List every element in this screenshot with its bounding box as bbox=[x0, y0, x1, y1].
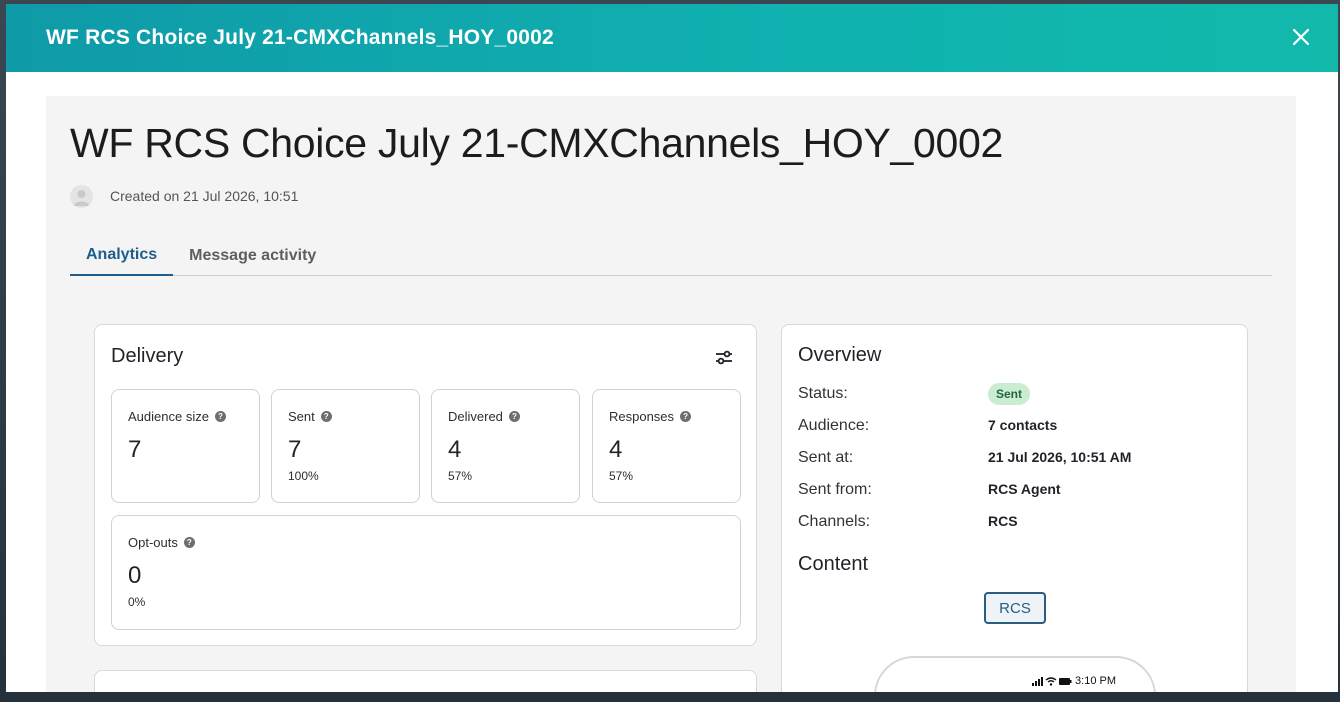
stat-value: 7 bbox=[128, 436, 142, 463]
overview-row-sent-at: Sent at: 21 Jul 2026, 10:51 AM bbox=[798, 447, 1238, 469]
stat-delivered: Delivered? 4 57% bbox=[431, 389, 580, 503]
stat-audience-size: Audience size? 7 bbox=[111, 389, 260, 503]
channels-label: Channels: bbox=[798, 513, 871, 530]
stat-value: 4 bbox=[609, 436, 623, 463]
tab-bar: Analytics Message activity bbox=[70, 236, 1272, 276]
stat-value: 0 bbox=[128, 562, 142, 589]
phone-preview: 3:10 PM bbox=[874, 656, 1156, 692]
overview-row-status: Status: Sent bbox=[798, 383, 1238, 405]
overview-row-sent-from: Sent from: RCS Agent bbox=[798, 479, 1238, 501]
stat-label-text: Delivered bbox=[448, 409, 503, 424]
overview-row-channels: Channels: RCS bbox=[798, 511, 1238, 533]
stat-percent: 100% bbox=[288, 469, 319, 483]
sent-from-label: Sent from: bbox=[798, 481, 872, 498]
secondary-card bbox=[94, 670, 757, 692]
stat-percent: 0% bbox=[128, 595, 146, 609]
status-label: Status: bbox=[798, 385, 848, 402]
user-avatar-icon bbox=[70, 184, 93, 208]
audience-label: Audience: bbox=[798, 417, 870, 434]
stat-label: Audience size? bbox=[128, 409, 226, 424]
stat-responses: Responses? 4 57% bbox=[592, 389, 741, 503]
delivery-card: Delivery Audience size? 7 Sent? 7 100% D… bbox=[94, 324, 757, 646]
channels-value: RCS bbox=[988, 513, 1018, 529]
phone-time: 3:10 PM bbox=[1075, 675, 1116, 687]
help-icon[interactable]: ? bbox=[320, 411, 332, 422]
stat-label: Delivered? bbox=[448, 409, 520, 424]
stat-label: Sent? bbox=[288, 409, 332, 424]
campaign-modal: WF RCS Choice July 21-CMXChannels_HOY_00… bbox=[6, 4, 1338, 692]
stat-value: 4 bbox=[448, 436, 462, 463]
stat-value: 7 bbox=[288, 436, 302, 463]
delivery-title: Delivery bbox=[111, 345, 184, 367]
stat-label-text: Audience size bbox=[128, 409, 209, 424]
created-info: Created on 21 Jul 2026, 10:51 bbox=[70, 184, 298, 208]
created-date: Created on 21 Jul 2026, 10:51 bbox=[110, 188, 299, 204]
content-panel: WF RCS Choice July 21-CMXChannels_HOY_00… bbox=[46, 96, 1296, 692]
stat-label-text: Opt-outs bbox=[128, 535, 178, 550]
help-icon[interactable]: ? bbox=[680, 411, 692, 422]
overview-row-audience: Audience: 7 contacts bbox=[798, 415, 1238, 437]
tab-message-activity[interactable]: Message activity bbox=[173, 236, 332, 276]
stat-label: Opt-outs? bbox=[128, 535, 195, 550]
stat-label-text: Responses bbox=[609, 409, 675, 424]
sliders-icon[interactable] bbox=[714, 349, 734, 367]
overview-title: Overview bbox=[798, 344, 882, 366]
sent-at-value: 21 Jul 2026, 10:51 AM bbox=[988, 449, 1132, 465]
help-icon[interactable]: ? bbox=[508, 411, 520, 422]
signal-wifi-battery-icon bbox=[1032, 677, 1072, 686]
modal-body: WF RCS Choice July 21-CMXChannels_HOY_00… bbox=[6, 72, 1338, 692]
overview-card: Overview Status: Sent Audience: 7 contac… bbox=[781, 324, 1248, 692]
sent-from-value: RCS Agent bbox=[988, 481, 1061, 497]
phone-status-bar: 3:10 PM bbox=[1032, 675, 1116, 687]
close-icon[interactable] bbox=[1288, 24, 1314, 50]
stat-opt-outs: Opt-outs? 0 0% bbox=[111, 515, 741, 630]
stat-label: Responses? bbox=[609, 409, 692, 424]
audience-value: 7 contacts bbox=[988, 417, 1058, 433]
stat-percent: 57% bbox=[448, 469, 473, 483]
rcs-content-button[interactable]: RCS bbox=[984, 592, 1046, 624]
stat-label-text: Sent bbox=[288, 409, 315, 424]
modal-header: WF RCS Choice July 21-CMXChannels_HOY_00… bbox=[6, 4, 1338, 72]
help-icon[interactable]: ? bbox=[214, 411, 226, 422]
status-badge: Sent bbox=[988, 383, 1031, 405]
content-title: Content bbox=[798, 553, 869, 575]
tab-analytics[interactable]: Analytics bbox=[70, 236, 174, 276]
stat-sent: Sent? 7 100% bbox=[271, 389, 420, 503]
sent-at-label: Sent at: bbox=[798, 449, 854, 466]
modal-title: WF RCS Choice July 21-CMXChannels_HOY_00… bbox=[46, 26, 554, 49]
help-icon[interactable]: ? bbox=[183, 537, 195, 548]
stat-percent: 57% bbox=[609, 469, 634, 483]
page-title: WF RCS Choice July 21-CMXChannels_HOY_00… bbox=[70, 120, 1004, 166]
